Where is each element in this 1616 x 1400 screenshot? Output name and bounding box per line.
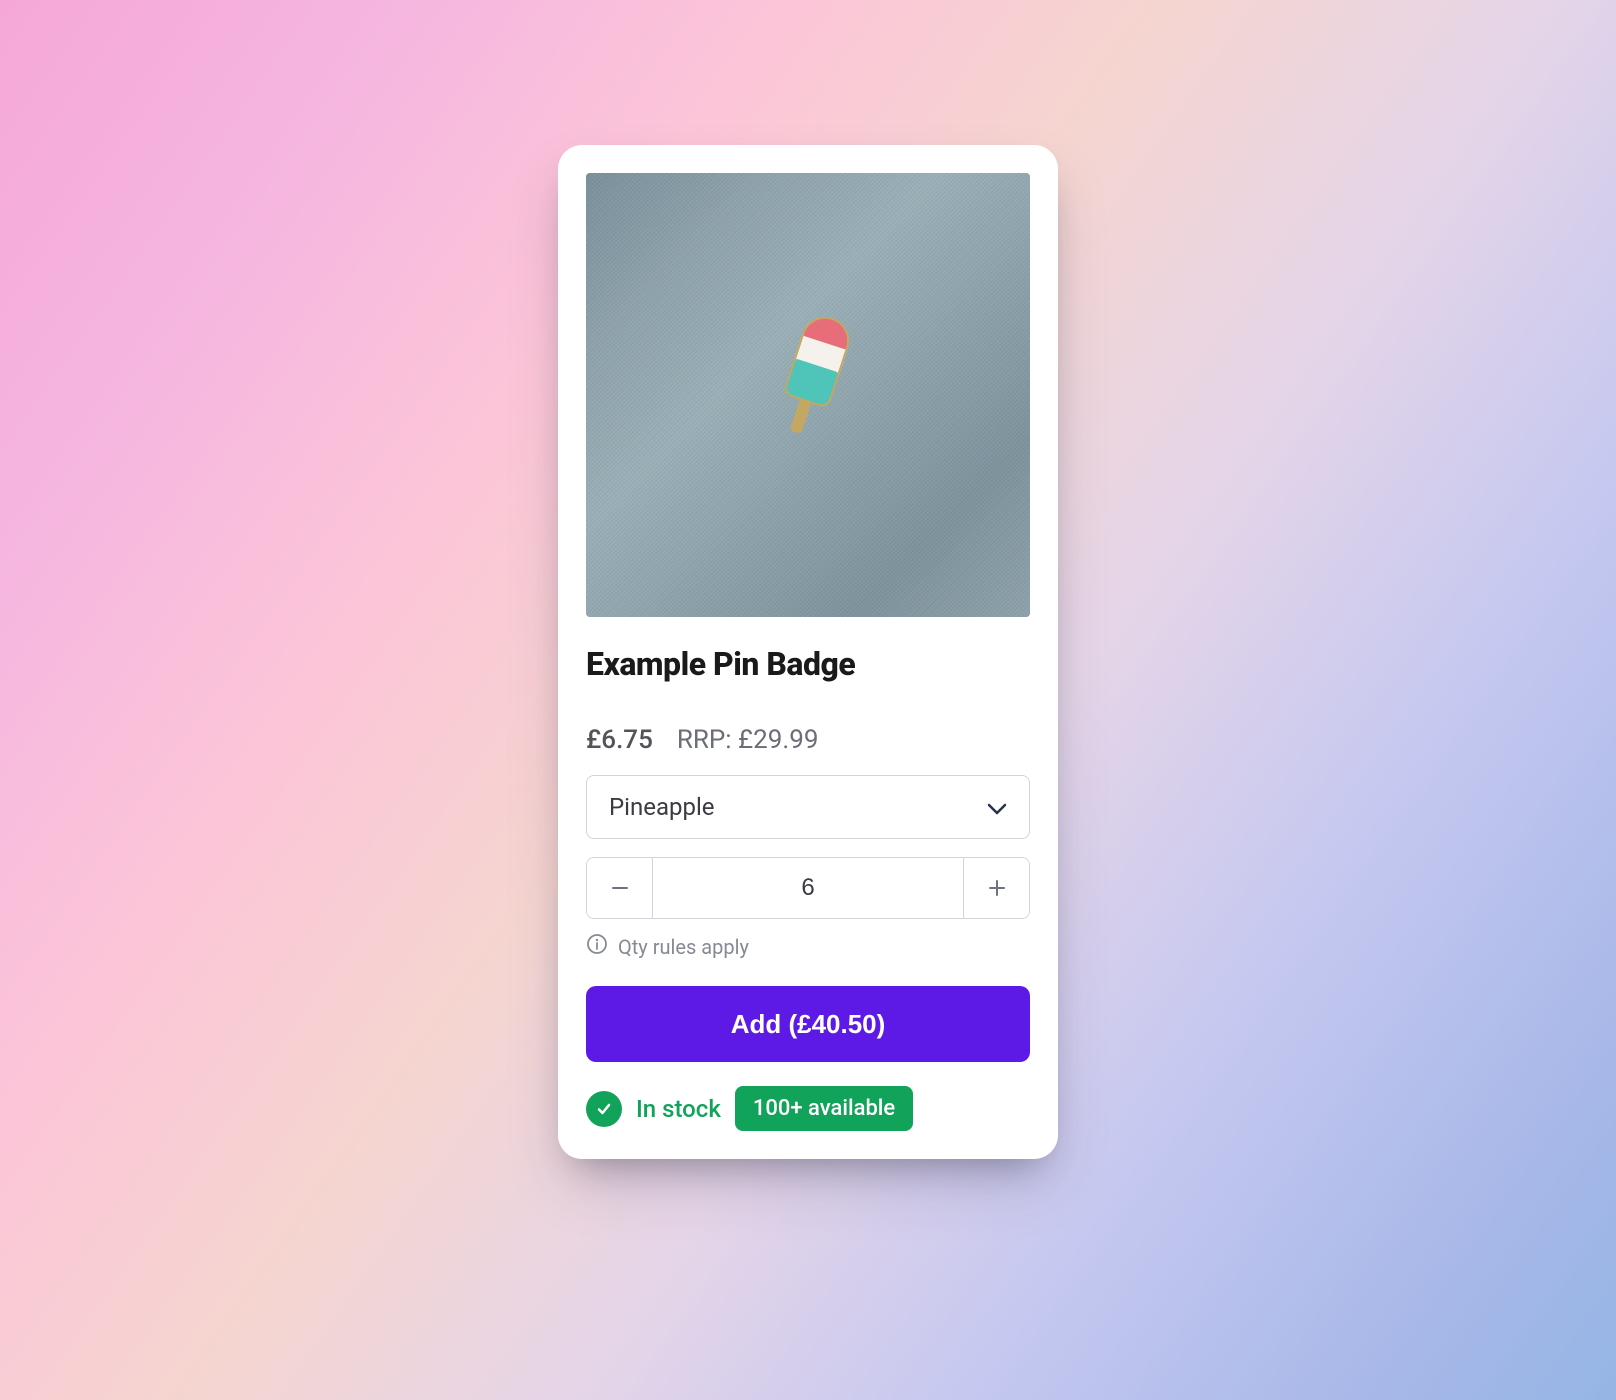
product-card: Example Pin Badge £6.75 RRP: £29.99 Pine… xyxy=(558,145,1058,1159)
product-rrp: RRP: £29.99 xyxy=(677,725,819,755)
quantity-rules-label: Qty rules apply xyxy=(618,935,749,959)
info-icon xyxy=(586,933,608,960)
variant-selected-label: Pineapple xyxy=(609,793,715,821)
chevron-down-icon xyxy=(987,793,1007,821)
check-circle-icon xyxy=(586,1091,622,1127)
stock-status-row: In stock 100+ available xyxy=(586,1086,1030,1131)
variant-select[interactable]: Pineapple xyxy=(586,775,1030,839)
product-title: Example Pin Badge xyxy=(586,645,1030,683)
quantity-decrease-button[interactable] xyxy=(587,858,653,918)
quantity-rules-note: Qty rules apply xyxy=(586,933,1030,960)
quantity-stepper xyxy=(586,857,1030,919)
add-to-cart-button[interactable]: Add (£40.50) xyxy=(586,986,1030,1062)
stock-status-text: In stock xyxy=(636,1095,721,1123)
quantity-input[interactable] xyxy=(653,858,963,918)
stock-available-badge: 100+ available xyxy=(735,1086,913,1131)
price-row: £6.75 RRP: £29.99 xyxy=(586,725,1030,755)
product-image[interactable] xyxy=(586,173,1030,617)
plus-icon xyxy=(986,877,1008,899)
check-icon xyxy=(594,1099,614,1119)
quantity-increase-button[interactable] xyxy=(963,858,1029,918)
minus-icon xyxy=(609,877,631,899)
product-price: £6.75 xyxy=(586,725,653,755)
